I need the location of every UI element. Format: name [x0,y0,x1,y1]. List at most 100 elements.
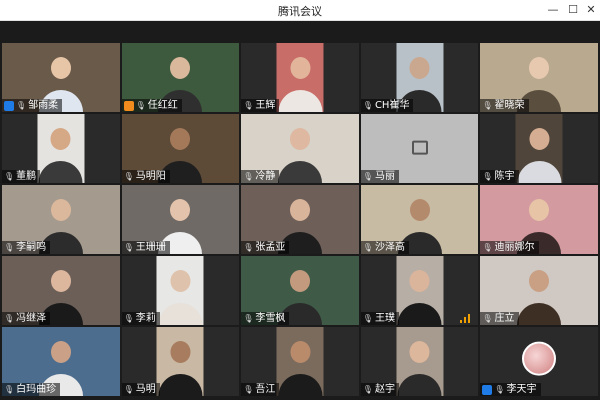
video-feed [515,114,563,183]
participant-label: 🎙 任红红 [121,99,182,112]
mic-icon: 🎙 [482,243,493,252]
participant-name: 冯继泽 [16,313,47,324]
participant-label: 🎙 马明 [121,383,160,396]
participant-name: 陈宇 [494,171,515,182]
mic-icon: 🎙 [243,101,254,110]
video-feed [156,256,204,325]
mic-icon: 🎙 [4,314,15,323]
person-head [50,128,71,150]
person-head [289,57,310,79]
participant-tile[interactable]: 🎙 吾江 [241,327,359,396]
participant-tile[interactable]: 🎙 李雪枫 [241,256,359,325]
participant-name: 白玛曲珍 [16,384,57,395]
participant-name: 王璞 [374,313,395,324]
participant-tile[interactable]: 🎙 翟晓荣 [480,43,598,112]
participant-name: 迪丽娜尔 [494,242,535,253]
camera-off-icon [411,140,428,155]
participant-tile[interactable]: 🎙 马明阳 [121,114,240,183]
participant-name: CH崔华 [374,100,410,111]
participant-tile[interactable]: 🎙 李嗣鸣 [2,185,120,254]
participant-label: 🎙 王辉 [241,99,280,112]
mic-icon: 🎙 [243,172,254,181]
mic-icon: 🎙 [4,172,15,181]
participant-name: 王辉 [255,100,276,111]
participant-name: 吾江 [255,384,276,395]
person-body [158,374,203,396]
video-feed [156,327,204,396]
mic-icon: 🎙 [243,243,254,252]
participant-tile[interactable]: 🎙 沙泽高 [360,185,479,254]
participant-name: 沙泽高 [374,242,405,253]
participant-label: 🎙 迪丽娜尔 [480,241,539,254]
participant-name: 李天宇 [506,384,537,395]
participant-tile[interactable]: 🎙 冯继泽 [2,256,120,325]
user-badge-icon [482,384,493,395]
participant-tile[interactable]: 🎙 白玛曲珍 [2,327,120,396]
participant-tile[interactable]: 🎙 陈宇 [480,114,598,183]
participant-label: 🎙 马丽 [360,170,399,183]
close-icon[interactable]: ✕ [580,0,600,20]
video-feed [396,256,444,325]
person-head [170,341,191,363]
participant-tile[interactable]: 🎙 马明 [121,327,240,396]
participant-tile[interactable]: 🎙 冷静 [241,114,359,183]
person-head [289,128,310,150]
participant-name: 赵宇 [374,384,395,395]
participant-label: 🎙 冯继泽 [2,312,51,325]
participant-tile[interactable]: 🎙 王璞 [360,256,479,325]
person-head [50,341,71,363]
mic-icon: 🎙 [362,101,373,110]
participant-label: 🎙 马明阳 [121,170,170,183]
participant-tile[interactable]: 🎙 邹雨柔 [2,43,120,112]
person-head [50,270,71,292]
person-head [289,199,310,221]
person-body [397,374,442,396]
user-badge-icon [123,100,134,111]
participant-tile[interactable]: 🎙 董鹏 [2,114,120,183]
participant-tile[interactable]: 🎙 张孟亚 [241,185,359,254]
participant-label: 🎙 李雪枫 [241,312,290,325]
window-title: 腾讯会议 [278,5,322,18]
person-body [277,374,322,396]
participant-tile[interactable]: 🎙 任红红 [121,43,240,112]
avatar [522,341,557,376]
person-head [170,270,191,292]
participant-tile[interactable]: 🎙 李天宇 [480,327,598,396]
participant-tile[interactable]: 🎙 马丽 [360,114,479,183]
participant-tile[interactable]: 🎙 庄立 [480,256,598,325]
title-bar: 腾讯会议 — ☐ ✕ [0,0,600,21]
mic-icon: 🎙 [482,314,493,323]
participant-tile[interactable]: 🎙 CH崔华 [360,43,479,112]
participant-tile[interactable]: 🎙 王辉 [241,43,359,112]
meeting-stage: 🎙 邹雨柔 🎙 任红红 🎙 王辉 🎙 CH崔华 🎙 翟晓荣 🎙 董鹏 🎙 马明阳 🎙 冷静 🎙 马丽 🎙 陈宇 🎙 李嗣鸣… [0,21,600,400]
minimize-icon[interactable]: — [542,0,564,20]
participant-label: 🎙 CH崔华 [360,99,414,112]
person-head [409,270,430,292]
participant-label: 🎙 王璞 [360,312,399,325]
person-head [170,128,191,150]
participant-name: 李嗣鸣 [16,242,47,253]
person-head [50,57,71,79]
mic-icon: 🎙 [4,385,15,394]
person-body [397,303,442,325]
participant-label: 🎙 李嗣鸣 [2,241,51,254]
participant-name: 翟晓荣 [494,100,525,111]
mic-icon: 🎙 [243,314,254,323]
participant-name: 庄立 [494,313,515,324]
participant-tile[interactable]: 🎙 李莉 [121,256,240,325]
video-gallery: 🎙 邹雨柔 🎙 任红红 🎙 王辉 🎙 CH崔华 🎙 翟晓荣 🎙 董鹏 🎙 马明阳 🎙 冷静 🎙 马丽 🎙 陈宇 🎙 李嗣鸣… [2,43,598,396]
participant-tile[interactable]: 🎙 王珊珊 [121,185,240,254]
participant-name: 马明阳 [135,171,166,182]
person-head [529,128,550,150]
participant-tile[interactable]: 🎙 迪丽娜尔 [480,185,598,254]
participant-label: 🎙 李天宇 [480,383,541,396]
participant-label: 🎙 赵宇 [360,383,399,396]
video-feed [37,114,85,183]
mic-icon: 🎙 [123,172,134,181]
participant-name: 邹雨柔 [28,100,59,111]
mic-icon: 🎙 [123,385,134,394]
person-head [529,57,550,79]
participant-tile[interactable]: 🎙 赵宇 [360,327,479,396]
participant-name: 张孟亚 [255,242,286,253]
person-head [170,199,191,221]
